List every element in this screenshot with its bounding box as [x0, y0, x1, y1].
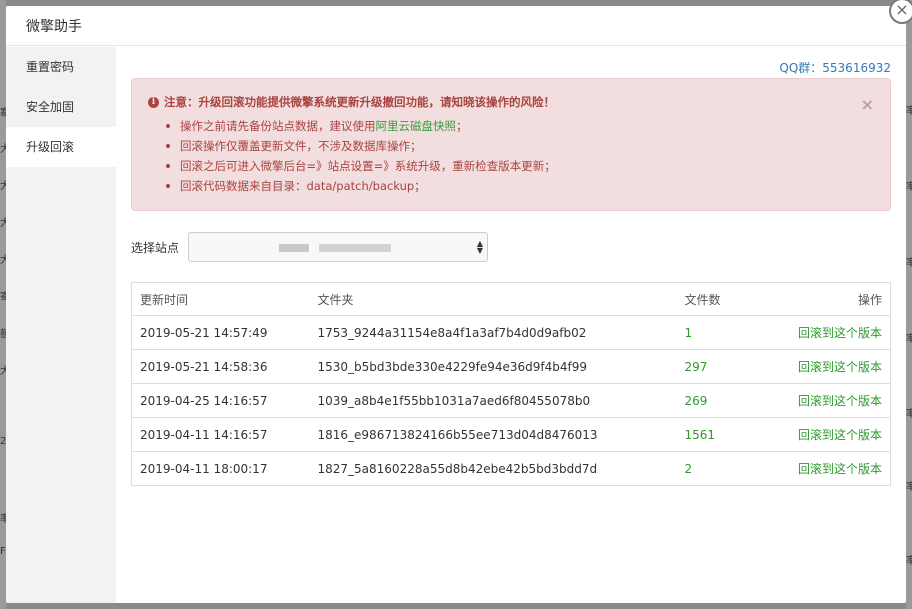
sidebar-item-reset-password[interactable]: 重置密码 [6, 47, 116, 87]
modal-close-icon[interactable]: × [889, 0, 912, 24]
rollback-button[interactable]: 回滚到这个版本 [798, 360, 882, 374]
rollback-button[interactable]: 回滚到这个版本 [798, 394, 882, 408]
modal-body: 重置密码 安全加固 升级回滚 QQ群：553616932 i 注意：升级回滚功能… [6, 47, 906, 603]
redacted-site-name [279, 244, 309, 252]
modal-title: 微擎助手 [26, 18, 82, 35]
alert-item: 操作之前请先备份站点数据，建议使用阿里云磁盘快照； [164, 116, 872, 136]
alert-item: 回滚代码数据来自目录：data/patch/backup； [164, 176, 872, 196]
cell-time: 2019-04-25 14:16:57 [131, 383, 310, 418]
select-arrows-icon: ▲ ▼ [476, 239, 483, 255]
table-row: 2019-05-21 14:57:49 1753_9244a31154e8a4f… [131, 315, 891, 350]
cell-time: 2019-05-21 14:57:49 [131, 315, 310, 350]
header-file-count: 文件数 [676, 282, 767, 316]
rollback-button[interactable]: 回滚到这个版本 [798, 428, 882, 442]
backup-table: 更新时间 文件夹 文件数 操作 2019-05-21 14:57:49 1753… [131, 282, 891, 486]
header-update-time: 更新时间 [131, 282, 310, 316]
bg-text: 率 [906, 409, 912, 420]
modal-header: 微擎助手 [6, 6, 906, 46]
cell-folder: 1753_9244a31154e8a4f1a3af7b4d0d9afb02 [309, 315, 677, 350]
bg-text: 率 [906, 182, 912, 193]
alert-item: 回滚之后可进入微擎后台=》站点设置=》系统升级，重新检查版本更新； [164, 156, 872, 176]
alert-title: 注意：升级回滚功能提供微擎系统更新升级撤回功能，请知晓该操作的风险！ [164, 95, 555, 109]
table-row: 2019-04-11 14:16:57 1816_e986713824166b5… [131, 417, 891, 452]
main-content: QQ群：553616932 i 注意：升级回滚功能提供微擎系统更新升级撤回功能，… [116, 47, 906, 603]
cell-folder: 1827_5a8160228a55d8b42ebe42b5bd3bdd7d [309, 451, 677, 486]
bg-text: 率 [906, 106, 912, 117]
cell-time: 2019-04-11 14:16:57 [131, 417, 310, 452]
sidebar-item-upgrade-rollback[interactable]: 升级回滚 [6, 127, 116, 167]
rollback-button[interactable]: 回滚到这个版本 [798, 462, 882, 476]
redacted-site-name [319, 244, 391, 252]
table-header-row: 更新时间 文件夹 文件数 操作 [131, 282, 891, 316]
cell-file-count: 1561 [676, 417, 767, 452]
cell-time: 2019-04-11 18:00:17 [131, 451, 310, 486]
cell-folder: 1530_b5bd3bde330e4229fe94e36d9f4b4f99 [309, 349, 677, 384]
table-row: 2019-04-25 14:16:57 1039_a8b4e1f55bb1031… [131, 383, 891, 418]
sidebar: 重置密码 安全加固 升级回滚 [6, 47, 116, 603]
aliyun-snapshot-link[interactable]: 阿里云磁盘快照 [376, 119, 457, 133]
cell-file-count: 297 [676, 349, 767, 384]
header-action: 操作 [766, 282, 891, 316]
cell-time: 2019-05-21 14:58:36 [131, 349, 310, 384]
bg-text: 率 [906, 556, 912, 567]
background-page-right-edge: 率 率 率 率 率 率 率 [906, 0, 912, 609]
bg-text: 率 [906, 334, 912, 345]
site-selector-row: 选择站点 ▲ ▼ [131, 232, 488, 262]
cell-file-count: 1 [676, 315, 767, 350]
assistant-modal: 微擎助手 重置密码 安全加固 升级回滚 QQ群：553616932 i 注意：升… [6, 6, 906, 603]
alert-item-text: ； [456, 119, 468, 133]
alert-list: 操作之前请先备份站点数据，建议使用阿里云磁盘快照； 回滚操作仅覆盖更新文件，不涉… [148, 116, 872, 196]
rollback-button[interactable]: 回滚到这个版本 [798, 326, 882, 340]
cell-folder: 1039_a8b4e1f55bb1031a7aed6f80455078b0 [309, 383, 677, 418]
site-select[interactable]: ▲ ▼ [188, 232, 488, 262]
bg-text: 率 [906, 258, 912, 269]
alert-close-icon[interactable]: × [861, 95, 874, 114]
table-row: 2019-05-21 14:58:36 1530_b5bd3bde330e422… [131, 349, 891, 384]
warning-alert: i 注意：升级回滚功能提供微擎系统更新升级撤回功能，请知晓该操作的风险！ 操作之… [131, 78, 891, 211]
cell-folder: 1816_e986713824166b55ee713d04d8476013 [309, 417, 677, 452]
header-folder: 文件夹 [309, 282, 677, 316]
alert-item-text: 操作之前请先备份站点数据，建议使用 [180, 119, 376, 133]
sidebar-item-security-hardening[interactable]: 安全加固 [6, 87, 116, 127]
bg-text: 率 [906, 482, 912, 493]
alert-item: 回滚操作仅覆盖更新文件，不涉及数据库操作； [164, 136, 872, 156]
alert-title-row: i 注意：升级回滚功能提供微擎系统更新升级撤回功能，请知晓该操作的风险！ [148, 94, 872, 110]
qq-group-link[interactable]: QQ群：553616932 [779, 59, 891, 76]
site-select-label: 选择站点 [131, 240, 180, 255]
table-row: 2019-04-11 18:00:17 1827_5a8160228a55d8b… [131, 451, 891, 486]
info-icon: i [148, 96, 159, 108]
cell-file-count: 269 [676, 383, 767, 418]
cell-file-count: 2 [676, 451, 767, 486]
